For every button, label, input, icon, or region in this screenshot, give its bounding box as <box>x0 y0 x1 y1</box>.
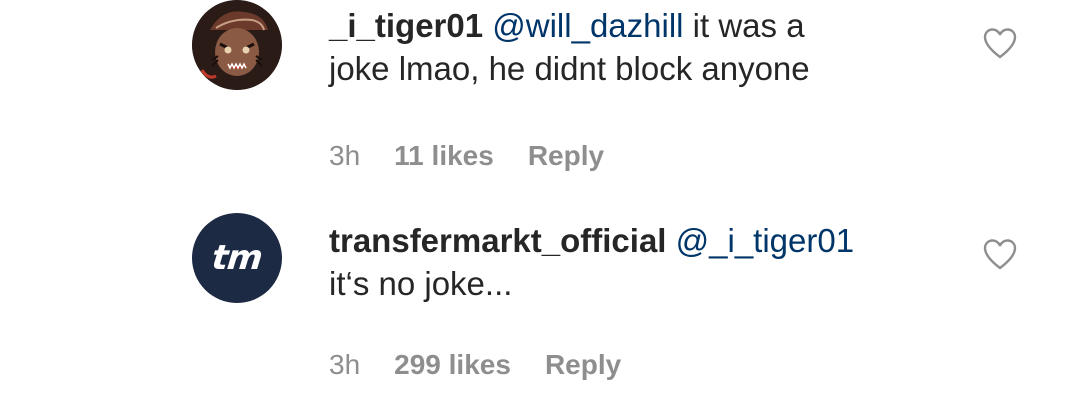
avatar[interactable] <box>192 0 282 90</box>
comment-item: _i_tiger01 @will_dazhill it was a joke l… <box>0 0 1080 200</box>
comment-body-line-2: joke lmao, he didnt block anyone <box>329 50 810 87</box>
username-link[interactable]: _i_tiger01 <box>329 7 483 44</box>
avatar[interactable]: tm <box>192 213 282 303</box>
mention-link[interactable]: @will_dazhill <box>492 7 683 44</box>
tiger-avatar-icon <box>192 0 282 90</box>
comment-body-line-1: it‘s no joke... <box>329 265 513 302</box>
comment-timestamp: 3h <box>329 349 361 380</box>
comment-body-line-1: it was a <box>683 7 805 44</box>
comment-text: _i_tiger01 @will_dazhill it was a joke l… <box>329 4 949 90</box>
comment-item: tm transfermarkt_official @_i_tiger01 it… <box>0 205 1080 403</box>
reply-button[interactable]: Reply <box>528 140 604 172</box>
heart-outline-icon[interactable] <box>982 26 1018 62</box>
comment-timestamp: 3h <box>329 140 361 171</box>
transfermarkt-logo-icon: tm <box>210 238 264 278</box>
reply-button[interactable]: Reply <box>545 349 621 381</box>
comment-meta: 3h 299 likes Reply <box>329 349 621 381</box>
comment-meta: 3h 11 likes Reply <box>329 140 604 172</box>
likes-count[interactable]: 11 likes <box>394 140 494 172</box>
comment-text: transfermarkt_official @_i_tiger01 it‘s … <box>329 219 949 305</box>
comments-thread: _i_tiger01 @will_dazhill it was a joke l… <box>0 0 1080 403</box>
likes-count[interactable]: 299 likes <box>394 349 511 381</box>
heart-outline-icon[interactable] <box>982 237 1018 273</box>
username-link[interactable]: transfermarkt_official <box>329 222 666 259</box>
mention-link[interactable]: @_i_tiger01 <box>676 222 854 259</box>
